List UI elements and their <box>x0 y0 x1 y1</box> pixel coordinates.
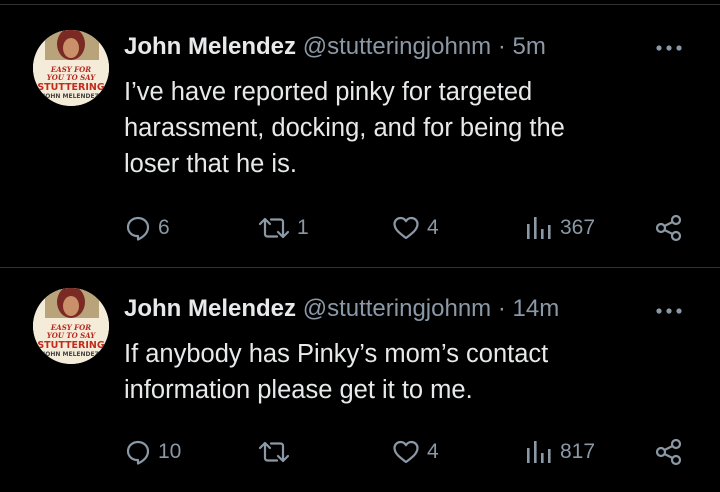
share-button[interactable] <box>654 208 684 248</box>
svg-text:YOU TO SAY: YOU TO SAY <box>47 73 97 82</box>
share-icon <box>655 438 682 466</box>
reply-count: 6 <box>158 216 170 239</box>
svg-text:YOU TO SAY: YOU TO SAY <box>47 331 97 340</box>
reply-button[interactable]: 6 <box>124 208 170 248</box>
views-icon <box>527 217 551 239</box>
retweet-icon <box>258 217 290 239</box>
author-name[interactable]: John Melendez <box>124 33 296 60</box>
like-button[interactable]: 4 <box>391 432 439 472</box>
tweet-text: If anybody has Pinky’s mom’s contact inf… <box>124 340 549 404</box>
retweet-count: 1 <box>297 216 309 239</box>
more-icon <box>656 308 682 314</box>
share-button[interactable] <box>654 432 684 472</box>
avatar[interactable]: EASY FOR YOU TO SAY STUTTERING JOHN MELE… <box>33 30 109 106</box>
views-count: 367 <box>560 216 596 239</box>
tweet-actions: 10 4 817 <box>0 432 720 472</box>
svg-text:STUTTERING: STUTTERING <box>37 82 105 93</box>
more-button[interactable] <box>654 41 686 53</box>
retweet-button[interactable] <box>257 432 297 472</box>
tweet-time[interactable]: 14m <box>513 295 560 322</box>
views-button[interactable]: 367 <box>524 208 595 248</box>
tweet-header: John Melendez @stutteringjohnm · 5m <box>124 32 546 62</box>
tweet-feed: EASY FOR YOU TO SAY STUTTERING JOHN MELE… <box>0 0 720 492</box>
svg-text:JOHN MELENDEZ: JOHN MELENDEZ <box>42 93 100 100</box>
svg-text:STUTTERING: STUTTERING <box>37 340 105 351</box>
tweet-time[interactable]: 5m <box>513 33 546 60</box>
like-count: 4 <box>427 216 439 239</box>
views-count: 817 <box>560 440 596 463</box>
heart-icon <box>393 216 419 240</box>
views-button[interactable]: 817 <box>524 432 595 472</box>
avatar-image: EASY FOR YOU TO SAY STUTTERING JOHN MELE… <box>33 30 109 106</box>
reply-icon <box>126 440 150 465</box>
header-separator: · <box>497 33 506 60</box>
more-icon <box>656 45 682 51</box>
reply-icon <box>126 216 150 241</box>
reply-button[interactable]: 10 <box>124 432 181 472</box>
author-name[interactable]: John Melendez <box>124 295 296 322</box>
views-icon <box>527 441 551 463</box>
reply-count: 10 <box>158 440 182 463</box>
avatar[interactable]: EASY FOR YOU TO SAY STUTTERING JOHN MELE… <box>33 288 109 364</box>
heart-icon <box>393 440 419 464</box>
avatar-image: EASY FOR YOU TO SAY STUTTERING JOHN MELE… <box>33 288 109 364</box>
svg-text:JOHN MELENDEZ: JOHN MELENDEZ <box>42 351 100 358</box>
like-count: 4 <box>427 440 439 463</box>
tweet[interactable]: EASY FOR YOU TO SAY STUTTERING JOHN MELE… <box>0 268 720 492</box>
author-handle[interactable]: @stutteringjohnm <box>303 295 491 322</box>
tweet-header: John Melendez @stutteringjohnm · 14m <box>124 294 559 324</box>
retweet-button[interactable]: 1 <box>257 208 309 248</box>
retweet-icon <box>258 441 290 463</box>
author-handle[interactable]: @stutteringjohnm <box>303 33 491 60</box>
tweet-actions: 6 1 4 367 <box>0 208 720 248</box>
like-button[interactable]: 4 <box>391 208 439 248</box>
more-button[interactable] <box>654 304 686 316</box>
tweet[interactable]: EASY FOR YOU TO SAY STUTTERING JOHN MELE… <box>0 0 720 266</box>
tweet-text: I’ve have reported pinky for targeted ha… <box>124 78 565 178</box>
header-separator: · <box>497 295 506 322</box>
share-icon <box>655 214 682 242</box>
